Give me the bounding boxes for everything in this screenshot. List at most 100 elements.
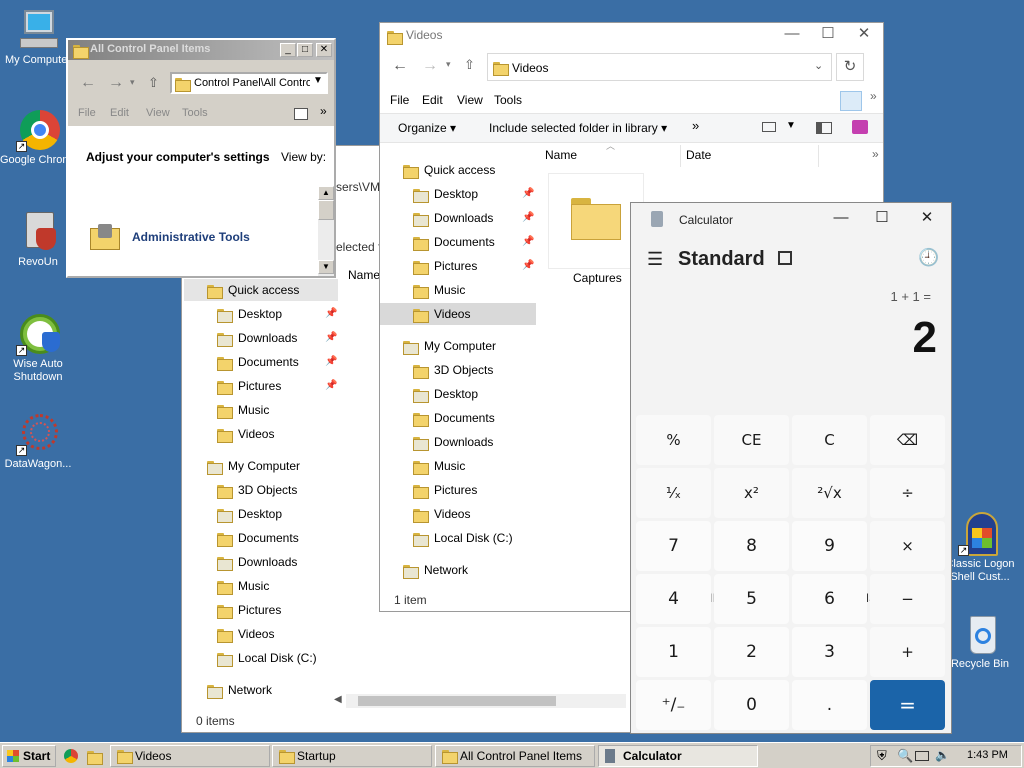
column-header-name[interactable]: Name: [348, 268, 380, 282]
backspace-button[interactable]: ⌫: [870, 415, 945, 465]
help-book-icon[interactable]: [852, 120, 868, 134]
network-tray-icon[interactable]: [915, 751, 929, 761]
tree-item-desktop[interactable]: Desktop: [412, 183, 478, 205]
up-button[interactable]: ⇧: [464, 57, 475, 73]
tree-item-my-computer[interactable]: My Computer: [206, 455, 300, 477]
taskbar-button-videos[interactable]: Videos: [110, 745, 270, 767]
administrative-tools-link[interactable]: Administrative Tools: [132, 230, 250, 244]
menu-file[interactable]: File: [78, 107, 96, 119]
refresh-button[interactable]: ↻: [836, 53, 864, 81]
more-chevron-icon[interactable]: »: [692, 118, 699, 133]
forward-button[interactable]: →: [422, 57, 438, 75]
horizontal-scrollbar[interactable]: ◀: [334, 694, 626, 708]
reciprocal-button[interactable]: ⅟ₓ: [636, 468, 711, 518]
tree-item-downloads-2[interactable]: Downloads: [412, 431, 493, 453]
search-icon[interactable]: 🔍: [897, 748, 913, 764]
tree-item-videos-2[interactable]: Videos: [412, 503, 470, 525]
minimize-button[interactable]: —: [821, 203, 861, 233]
views-icon[interactable]: [762, 122, 776, 132]
scrollbar-thumb[interactable]: [318, 200, 334, 220]
security-shield-icon[interactable]: ⛨: [877, 748, 887, 764]
six-button[interactable]: 6: [792, 574, 867, 624]
recent-locations-chevron-icon[interactable]: ▾: [446, 59, 451, 70]
eight-button[interactable]: 8: [714, 521, 789, 571]
seven-button[interactable]: 7: [636, 521, 711, 571]
column-header-date[interactable]: Date: [686, 148, 711, 162]
tree-item-quick-access[interactable]: Quick access: [402, 159, 495, 181]
include-in-library-button[interactable]: Include selected folder in library ▾: [489, 121, 667, 135]
tree-item-pictures-2[interactable]: Pictures: [412, 479, 477, 501]
tree-item-local-disk[interactable]: Local Disk (C:): [216, 647, 317, 669]
tree-item-desktop[interactable]: Desktop: [216, 303, 282, 325]
maximize-button[interactable]: ☐: [862, 203, 902, 233]
address-bar[interactable]: Videos ⌄: [487, 53, 832, 81]
recent-locations-chevron-icon[interactable]: ▾: [130, 77, 135, 88]
more-chevron-icon[interactable]: »: [870, 89, 877, 103]
title-bar[interactable]: All Control Panel Items _ □ ✕: [68, 40, 334, 60]
start-button[interactable]: Start: [2, 745, 56, 767]
pane-icon[interactable]: [294, 108, 308, 120]
tree-item-documents[interactable]: Documents: [216, 351, 299, 373]
address-bar[interactable]: Control Panel\All Contro ▼: [170, 72, 328, 94]
forward-button[interactable]: →: [108, 74, 124, 92]
subtract-button[interactable]: −: [870, 574, 945, 624]
zero-button[interactable]: 0: [714, 680, 789, 730]
minimize-button[interactable]: _: [280, 43, 296, 57]
one-button[interactable]: 1: [636, 627, 711, 677]
equals-button[interactable]: =: [870, 680, 945, 730]
menu-edit[interactable]: Edit: [422, 93, 443, 107]
five-button[interactable]: 5: [714, 574, 789, 624]
maximize-button[interactable]: ☐: [808, 19, 848, 49]
square-root-button[interactable]: ²√x: [792, 468, 867, 518]
tree-item-network[interactable]: Network: [402, 559, 468, 581]
chevron-down-icon[interactable]: ▼: [310, 75, 326, 86]
volume-icon[interactable]: 🔈: [935, 748, 950, 762]
tree-item-downloads[interactable]: Downloads: [216, 327, 297, 349]
four-button[interactable]: 4: [636, 574, 711, 624]
back-button[interactable]: ←: [80, 74, 96, 92]
tree-item-documents-2[interactable]: Documents: [412, 407, 495, 429]
tree-item-local-disk[interactable]: Local Disk (C:): [412, 527, 513, 549]
close-button[interactable]: ✕: [844, 19, 884, 49]
two-button[interactable]: 2: [714, 627, 789, 677]
close-button[interactable]: ✕: [316, 43, 332, 57]
tree-item-3d-objects[interactable]: 3D Objects: [216, 479, 297, 501]
add-button[interactable]: +: [870, 627, 945, 677]
tree-item-desktop-2[interactable]: Desktop: [216, 503, 282, 525]
tree-item-quick-access[interactable]: Quick access: [184, 279, 338, 301]
clear-entry-button[interactable]: CE: [714, 415, 789, 465]
tree-item-music-2[interactable]: Music: [412, 455, 465, 477]
pane-icon[interactable]: [816, 122, 832, 134]
chrome-quicklaunch-icon[interactable]: [64, 749, 78, 763]
desktop-icon-google-chrome[interactable]: ↗ Google Chrome: [0, 108, 76, 167]
keep-on-top-icon[interactable]: [778, 251, 792, 265]
close-button[interactable]: ✕: [907, 203, 947, 233]
tree-item-videos-2[interactable]: Videos: [216, 623, 274, 645]
desktop-icon-revoun[interactable]: RevoUn: [0, 210, 76, 269]
maximize-button[interactable]: □: [297, 43, 313, 57]
scroll-up-icon[interactable]: ▲: [318, 186, 334, 200]
clear-button[interactable]: C: [792, 415, 867, 465]
tree-item-3d-objects[interactable]: 3D Objects: [412, 359, 493, 381]
vertical-scrollbar[interactable]: ▲ ▼: [318, 186, 334, 276]
tree-item-downloads[interactable]: Downloads: [412, 207, 493, 229]
multiply-button[interactable]: ×: [870, 521, 945, 571]
desktop-icon-datawagon[interactable]: ↗ DataWagon...: [0, 412, 76, 471]
taskbar-button-control-panel[interactable]: All Control Panel Items: [435, 745, 595, 767]
scroll-left-icon[interactable]: ◀: [334, 694, 342, 705]
more-chevron-icon[interactable]: »: [320, 104, 327, 118]
divide-button[interactable]: ÷: [870, 468, 945, 518]
tree-item-music[interactable]: Music: [412, 279, 465, 301]
control-panel-window[interactable]: All Control Panel Items _ □ ✕ ← → ▾ ⇧ Co…: [66, 38, 336, 278]
negate-button[interactable]: ⁺/₋: [636, 680, 711, 730]
menu-edit[interactable]: Edit: [110, 107, 129, 119]
menu-file[interactable]: File: [390, 93, 409, 107]
tree-item-network[interactable]: Network: [206, 679, 272, 701]
nine-button[interactable]: 9: [792, 521, 867, 571]
scrollbar-thumb[interactable]: [358, 696, 556, 706]
title-bar[interactable]: Videos — ☐ ✕: [380, 23, 883, 49]
menu-tools[interactable]: Tools: [182, 107, 208, 119]
tree-item-music-2[interactable]: Music: [216, 575, 269, 597]
menu-tools[interactable]: Tools: [494, 93, 522, 107]
tree-item-pictures[interactable]: Pictures: [412, 255, 477, 277]
